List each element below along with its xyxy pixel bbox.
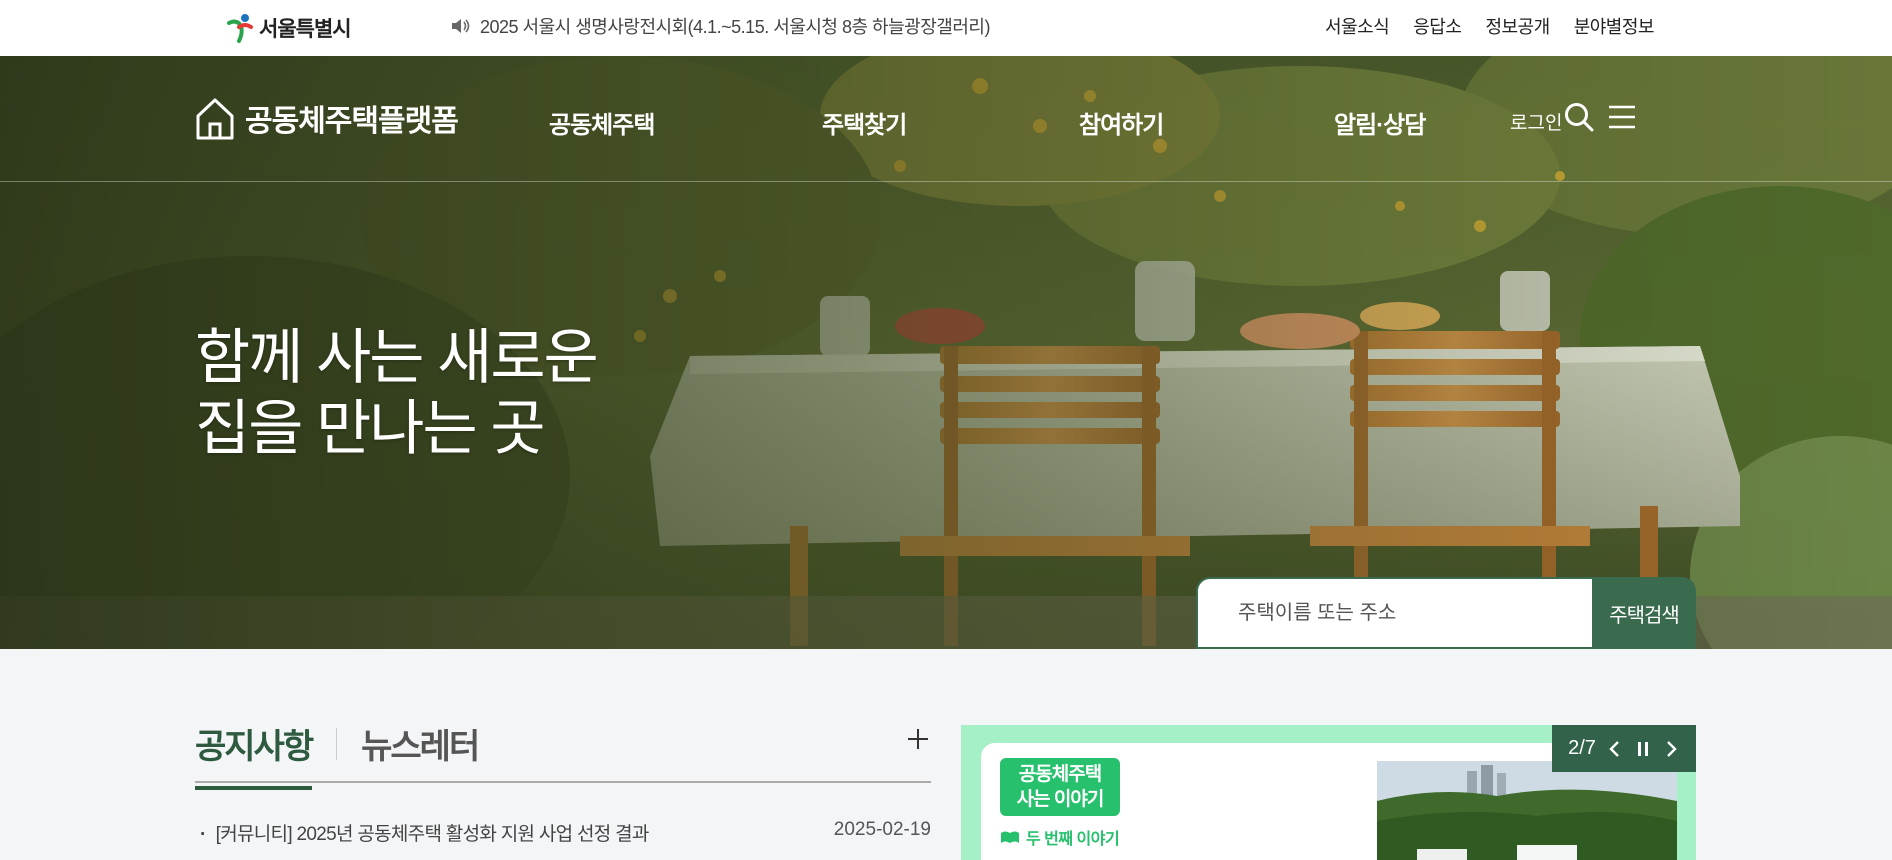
slider-controls: 2/7 bbox=[1552, 725, 1696, 772]
util-link-eungdapso[interactable]: 응답소 bbox=[1413, 13, 1462, 39]
banner-tag-line-1: 공동체주택 bbox=[1018, 764, 1102, 785]
next-icon[interactable] bbox=[1662, 739, 1680, 759]
seoul-logo[interactable]: 서울특별시 bbox=[225, 8, 352, 48]
nav-community-housing[interactable]: 공동체주택 bbox=[549, 105, 655, 140]
board-tabs: 공지사항 뉴스레터 bbox=[195, 719, 480, 790]
tab-divider bbox=[336, 727, 338, 760]
util-link-field-info[interactable]: 분야별정보 bbox=[1574, 13, 1655, 39]
tab-underline bbox=[195, 781, 931, 783]
util-link-open-info[interactable]: 정보공개 bbox=[1485, 13, 1550, 39]
list-item-title[interactable]: [커뮤니티] 2025년 공동체주택 활성화 지원 사업 선정 결과 bbox=[200, 819, 650, 846]
house-search-input[interactable] bbox=[1196, 577, 1592, 649]
banner-subtitle-text: 두 번째 이야기 bbox=[1026, 831, 1120, 848]
house-search-box: 주택검색 bbox=[1196, 577, 1696, 649]
speaker-icon bbox=[452, 19, 470, 33]
prev-icon[interactable] bbox=[1606, 739, 1624, 759]
banner-subtitle: 두 번째 이야기 bbox=[1000, 825, 1120, 849]
nav-find-housing[interactable]: 주택찾기 bbox=[822, 105, 907, 140]
book-icon bbox=[1001, 831, 1019, 843]
house-icon bbox=[196, 98, 234, 140]
menu-icon[interactable] bbox=[1608, 104, 1636, 130]
banner-photo bbox=[1377, 761, 1677, 860]
utility-links: 서울소식 응답소 정보공개 분야별정보 bbox=[1325, 13, 1655, 39]
plus-icon[interactable] bbox=[906, 727, 930, 751]
util-link-seoul-news[interactable]: 서울소식 bbox=[1325, 13, 1390, 39]
hero-title-line-1: 함께 사는 새로운 bbox=[195, 324, 599, 391]
house-search-button[interactable]: 주택검색 bbox=[1592, 577, 1696, 649]
nav-notice-consult[interactable]: 알림·상담 bbox=[1334, 105, 1426, 140]
platform-logo[interactable]: 공동체주택플랫폼 bbox=[195, 96, 459, 140]
list-item[interactable]: [커뮤니티] 2025년 공동체주택 활성화 지원 사업 선정 결과 2025-… bbox=[200, 819, 931, 846]
search-icon[interactable] bbox=[1564, 102, 1594, 132]
login-link[interactable]: 로그인 bbox=[1510, 108, 1562, 135]
hero-title: 함께 사는 새로운 집을 만나는 곳 bbox=[195, 322, 599, 464]
slider-counter: 2/7 bbox=[1568, 737, 1596, 759]
platform-name: 공동체주택플랫폼 bbox=[245, 105, 459, 138]
hero-title-line-2: 집을 만나는 곳 bbox=[195, 395, 546, 462]
notice-ticker[interactable]: 2025 서울시 생명사랑전시회(4.1.~5.15. 서울시청 8층 하늘광장… bbox=[450, 13, 990, 39]
global-navigation: 공동체주택플랫폼 공동체주택 주택찾기 참여하기 알림·상담 로그인 bbox=[0, 56, 1892, 182]
tab-notice[interactable]: 공지사항 bbox=[195, 719, 314, 790]
seoul-symbol-icon bbox=[227, 14, 253, 43]
banner-tag: 공동체주택 사는 이야기 bbox=[1000, 758, 1120, 816]
seoul-logo-text: 서울특별시 bbox=[259, 18, 352, 41]
list-item-date: 2025-02-19 bbox=[833, 819, 931, 840]
tab-newsletter[interactable]: 뉴스레터 bbox=[361, 719, 480, 768]
hero-section: 공동체주택플랫폼 공동체주택 주택찾기 참여하기 알림·상담 로그인 함께 사는… bbox=[0, 56, 1892, 649]
top-bar: 서울특별시 2025 서울시 생명사랑전시회(4.1.~5.15. 서울시청 8… bbox=[0, 0, 1892, 56]
notice-text: 2025 서울시 생명사랑전시회(4.1.~5.15. 서울시청 8층 하늘광장… bbox=[480, 17, 990, 37]
banner-tag-line-2: 사는 이야기 bbox=[1016, 789, 1105, 810]
pause-icon[interactable] bbox=[1634, 739, 1652, 759]
nav-participate[interactable]: 참여하기 bbox=[1079, 105, 1164, 140]
